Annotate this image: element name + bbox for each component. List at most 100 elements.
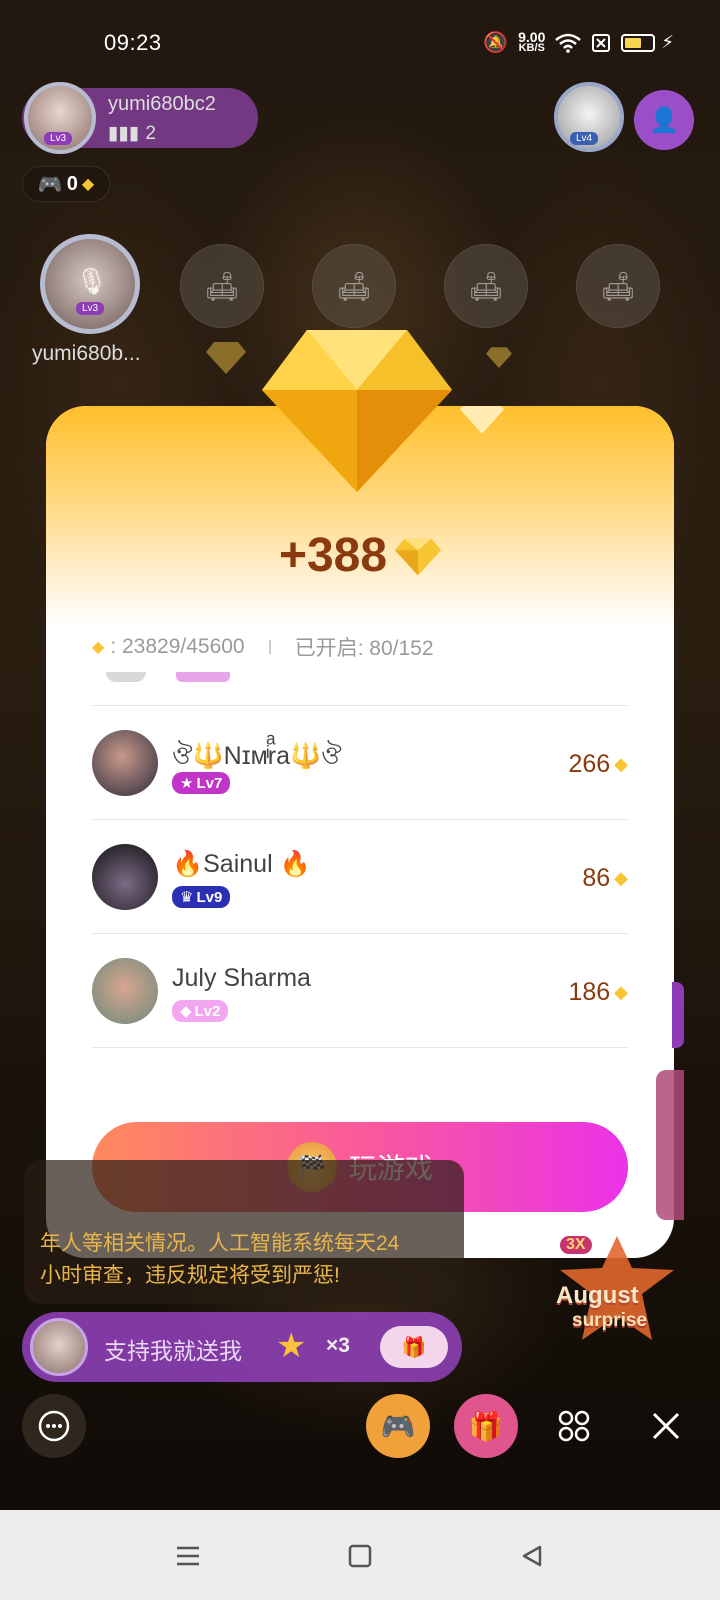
gamepad-icon: 🎮: [37, 173, 63, 196]
diamond-icon: ◆: [614, 754, 628, 774]
list-item[interactable]: July Sharma ◆ Lv2 186 ◆: [92, 934, 628, 1048]
progress-line: ◆ : 23829/45600 已开启: 80/152: [92, 632, 434, 662]
diamond-icon: [395, 538, 442, 576]
list-item[interactable]: 🔥Sainul 🔥 ♛ Lv9 86 ◆: [92, 820, 628, 934]
mic-off-icon: 🎙: [75, 266, 109, 296]
menu-icon: [177, 1546, 199, 1566]
level-text: Lv2: [194, 1002, 221, 1020]
avatar[interactable]: [92, 844, 158, 910]
more-apps-button[interactable]: [542, 1394, 606, 1458]
game-count-pill[interactable]: 🎮 0 ◆: [22, 166, 110, 202]
host-fans-count: 2: [145, 122, 156, 144]
diamond-progress: : 23829/45600: [110, 635, 245, 658]
reward-popup: +388 ◆ : 23829/45600 已开启: 80/152 ঔ🔱Nɪᴍͥr…: [46, 406, 674, 1258]
reward-list[interactable]: ঔ🔱Nɪᴍͥrͣa🔱ঔ ★ Lv7 266 ◆ 🔥Sainul 🔥 ♛ Lv9 86…: [92, 672, 628, 1048]
chat-button[interactable]: [22, 1394, 86, 1458]
star-icon: ★: [180, 775, 194, 792]
seat-host-level: Lv3: [76, 302, 105, 315]
diamond-icon: ◆: [614, 982, 628, 1002]
avatar[interactable]: [92, 730, 158, 796]
level-badge: [176, 672, 230, 682]
bar-chart-icon: ▮▮▮: [108, 123, 140, 144]
divider: [268, 640, 271, 654]
empty-seat-2[interactable]: 🛋: [312, 244, 396, 328]
august-title: August: [556, 1282, 639, 1309]
sofa-icon: 🛋: [336, 270, 372, 302]
send-gift-button[interactable]: 🎁: [380, 1326, 448, 1368]
battery-icon: [621, 33, 656, 52]
gift-icon: 🎁: [468, 1410, 504, 1442]
opened-progress: 已开启: 80/152: [294, 637, 434, 660]
reward-amount-text: +388: [278, 529, 388, 582]
game-button[interactable]: 🎮: [366, 1394, 430, 1458]
seat-host-name: yumi680b...: [32, 342, 141, 365]
avatar[interactable]: [92, 958, 158, 1024]
battery-fill: [625, 37, 641, 48]
status-time: 09:23: [104, 30, 162, 55]
sparkle-gem-icon: [460, 406, 504, 434]
gem-amount: 186 ◆: [568, 978, 628, 1007]
big-diamond-icon: [262, 330, 452, 492]
august-subtitle: surprise: [572, 1310, 647, 1331]
empty-seat-4[interactable]: 🛋: [576, 244, 660, 328]
sofa-icon: 🛋: [204, 270, 240, 302]
network-speed-unit: KB/S: [518, 41, 545, 54]
host-name: yumi680bc2: [108, 93, 216, 115]
back-nav-button[interactable]: [512, 1536, 552, 1576]
diamond-icon: ◆: [81, 176, 95, 193]
floating-gem-icon: [206, 342, 246, 374]
bell-muted-icon: 🔕: [483, 32, 509, 54]
charging-icon: ⚡: [661, 32, 674, 52]
avatar: [106, 672, 146, 682]
level-badge: ★ Lv7: [172, 772, 231, 794]
grid-icon: [558, 1410, 590, 1442]
status-bar: 09:23 🔕 9.00 KB/S ⚡: [0, 0, 720, 90]
home-nav-button[interactable]: [340, 1536, 380, 1576]
system-nav-bar: [0, 1510, 720, 1600]
user-list-button[interactable]: 👤: [634, 90, 694, 150]
gift-button[interactable]: 🎁: [454, 1394, 518, 1458]
gem-badge-icon: ◆: [180, 1003, 192, 1020]
gem-amount: 86 ◆: [582, 864, 628, 893]
close-icon: [652, 1412, 680, 1440]
side-widget[interactable]: [656, 1070, 684, 1220]
network-speed: 9.00 KB/S: [518, 30, 545, 54]
floating-gem-icon: [486, 347, 512, 368]
diamond-icon: ◆: [92, 639, 105, 656]
back-triangle-icon: [522, 1545, 542, 1567]
level-badge: ♛ Lv9: [172, 886, 231, 908]
empty-seat-3[interactable]: 🛋: [444, 244, 528, 328]
menu-nav-button[interactable]: [168, 1536, 208, 1576]
host-level-badge: Lv3: [44, 132, 73, 145]
notice-line: 小时审查，违反规定将受到严惩!: [40, 1264, 340, 1287]
gem-amount-text: 186: [568, 978, 611, 1006]
side-widget[interactable]: [672, 982, 684, 1048]
star-gift-icon: ★: [276, 1327, 307, 1365]
promo-avatar: [30, 1318, 88, 1376]
notice-line: 年人等相关情况。人工智能系统每天24: [40, 1232, 400, 1255]
sofa-icon: 🛋: [468, 270, 504, 302]
level-text: Lv7: [196, 774, 223, 792]
crown-icon: ♛: [180, 889, 194, 906]
gem-amount-text: 266: [568, 750, 611, 778]
close-button[interactable]: [634, 1394, 698, 1458]
promo-multiplier: ×3: [326, 1334, 350, 1357]
gem-amount: 266 ◆: [568, 750, 628, 779]
reward-amount: +388: [46, 528, 674, 583]
user-name: 🔥Sainul 🔥: [172, 850, 311, 878]
level-badge: ◆ Lv2: [172, 1000, 229, 1022]
diamond-icon: ◆: [614, 868, 628, 888]
empty-seat-1[interactable]: 🛋: [180, 244, 264, 328]
promo-text: 支持我就送我: [104, 1338, 242, 1364]
status-icons: 🔕 9.00 KB/S ⚡: [483, 30, 674, 55]
gift-icon: 🎁: [401, 1336, 427, 1359]
chat-icon: [38, 1410, 70, 1442]
bottom-toolbar: 🎮 🎁: [0, 1394, 720, 1470]
level-text: Lv9: [196, 888, 223, 906]
system-notice: 年人等相关情况。人工智能系统每天24 小时审查，违反规定将受到严惩!: [24, 1160, 464, 1304]
game-count: 0: [66, 172, 78, 195]
sofa-icon: 🛋: [600, 270, 636, 302]
list-item[interactable]: ঔ🔱Nɪᴍͥrͣa🔱ঔ ★ Lv7 266 ◆: [92, 706, 628, 820]
user-name: July Sharma: [172, 964, 311, 992]
host-fans: ▮▮▮ 2: [108, 122, 156, 145]
